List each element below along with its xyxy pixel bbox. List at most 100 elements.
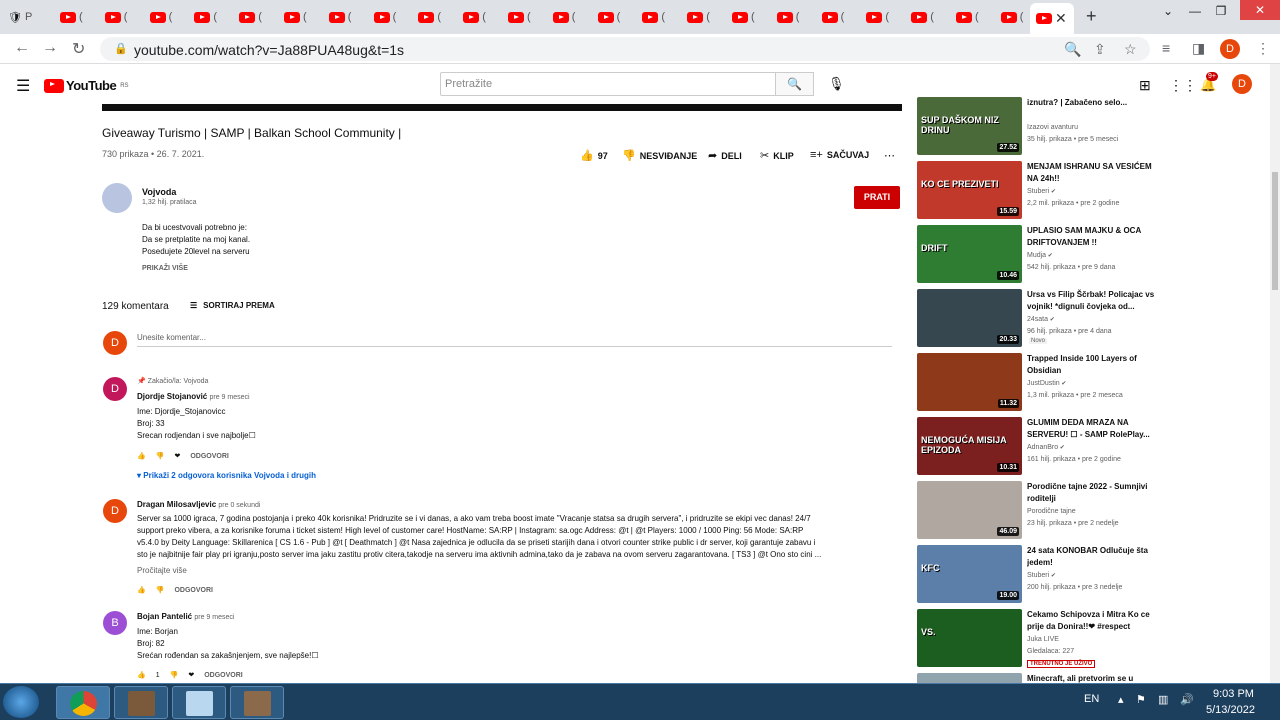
suggested-video[interactable]: KFC 19.00 24 sata KONOBAR Odlučuje šta jed… <box>917 545 1217 603</box>
suggested-channel[interactable]: 24sata ✔ <box>1027 316 1055 323</box>
side-panel-icon[interactable]: ◨ <box>1192 40 1205 57</box>
suggested-channel[interactable]: Porodične tajne <box>1027 508 1076 515</box>
restore-button[interactable]: ❐ <box>1208 4 1234 18</box>
suggested-video-title[interactable]: MENJAM ISHRANU SA VESIĆEM NA 24h!! <box>1027 161 1157 185</box>
browser-tab[interactable]: ( <box>99 5 127 29</box>
comment-author[interactable]: Dragan Milosavljevic pre 0 sekundi <box>137 500 260 509</box>
app-task-button[interactable] <box>114 686 168 719</box>
suggested-channel[interactable]: JustDustin ✔ <box>1027 380 1066 387</box>
notepad-task-button[interactable] <box>172 686 226 719</box>
browser-tab[interactable]: ( <box>188 5 217 29</box>
chrome-task-button[interactable] <box>56 686 110 719</box>
forward-icon[interactable]: → <box>42 39 58 57</box>
browser-tab[interactable]: ( <box>771 5 799 29</box>
show-more-button[interactable]: PRIKAŽI VIŠE <box>142 265 188 272</box>
notifications-button[interactable]: 🔔 9+ <box>1200 72 1218 94</box>
suggested-channel[interactable]: AdnanBro ✔ <box>1027 444 1065 451</box>
reading-list-icon[interactable]: ≡ <box>1162 40 1170 56</box>
volume-icon[interactable]: 🔊 <box>1180 693 1194 706</box>
suggested-video-title[interactable]: 24 sata KONOBAR Odlučuje šta jedem! <box>1027 545 1157 569</box>
suggested-video-title[interactable]: GLUMIM DEDA MRAZA NA SERVERU! ☐ - SAMP R… <box>1027 417 1157 441</box>
hamburger-menu-icon[interactable]: ☰ <box>16 76 30 96</box>
video-thumbnail[interactable]: KO CE PREZIVETI 15.59 <box>917 161 1022 219</box>
browser-tab[interactable]: ( <box>905 5 934 29</box>
close-tab-icon[interactable]: ✕ <box>1055 10 1067 27</box>
video-thumbnail[interactable]: VS. <box>917 609 1022 667</box>
subscribe-button[interactable]: PRATI <box>854 186 900 209</box>
video-player[interactable] <box>102 104 902 111</box>
window-close-button[interactable]: ✕ <box>1240 0 1280 20</box>
suggested-video-title[interactable]: Cekamo Schipovza i Mitra Ko ce prije da … <box>1027 609 1157 633</box>
reply-button[interactable]: ODGOVORI <box>204 672 243 679</box>
browser-tab[interactable]: ( <box>950 5 979 29</box>
save-button[interactable]: ≡+ SAČUVAJ <box>810 149 869 161</box>
microphone-icon[interactable]: 🎙 <box>828 76 845 92</box>
share-icon[interactable]: ⇪ <box>1094 41 1106 58</box>
browser-tab[interactable]: ( <box>54 5 83 29</box>
scrollbar-thumb[interactable] <box>1272 172 1278 290</box>
suggested-video[interactable]: KO CE PREZIVETI 15.59 MENJAM ISHRANU SA VE… <box>917 161 1217 219</box>
add-comment-input[interactable]: Unesite komentar... <box>137 333 892 347</box>
browser-tab[interactable]: ( <box>681 5 710 29</box>
minimize-button[interactable]: — <box>1182 4 1208 18</box>
youtube-profile-avatar[interactable]: D <box>1232 74 1252 94</box>
clip-button[interactable]: ✂ KLIP <box>760 149 794 162</box>
comment-author[interactable]: Bojan Pantelić pre 9 meseci <box>137 612 234 621</box>
suggested-video-title[interactable]: Ursa vs Filip Ščrbak! Policajac vs vojni… <box>1027 289 1157 313</box>
video-thumbnail[interactable]: SUP DAŠKOM NIZ DRINU 27.52 <box>917 97 1022 155</box>
browser-tab[interactable]: ( <box>457 5 486 29</box>
reload-icon[interactable]: ↻ <box>72 39 85 59</box>
browser-tab[interactable]: ( <box>726 5 755 29</box>
back-icon[interactable]: ← <box>14 39 30 57</box>
browser-tab[interactable]: 🛡 P <box>2 5 42 29</box>
comment-avatar[interactable]: D <box>103 377 127 401</box>
suggested-video[interactable]: 11.32 Trapped Inside 100 Layers of Obsidi… <box>917 353 1217 411</box>
reply-button[interactable]: ODGOVORI <box>174 587 213 594</box>
app-task-button[interactable] <box>230 686 284 719</box>
suggested-channel[interactable]: Stuberi ✔ <box>1027 572 1056 579</box>
suggested-video[interactable]: VS. Cekamo Schipovza i Mitra Ko ce prije … <box>917 609 1217 668</box>
start-button[interactable] <box>3 686 39 718</box>
url-text[interactable]: youtube.com/watch?v=Ja88PUA48ug&t=1s <box>134 42 404 58</box>
thumbs-up-icon[interactable]: 👍 <box>137 452 146 460</box>
search-input[interactable]: Pretražite <box>440 72 776 96</box>
suggested-channel[interactable]: Stuberi ✔ <box>1027 188 1056 195</box>
browser-tab[interactable]: ( <box>502 5 531 29</box>
share-button[interactable]: ➦ DELI <box>708 149 742 162</box>
suggested-video[interactable]: 20.33 Ursa vs Filip Ščrbak! Policajac vs … <box>917 289 1217 347</box>
browser-tab[interactable]: ( <box>368 5 396 29</box>
view-replies-link[interactable]: ▾ Prikaži 2 odgovora korisnika Vojvoda i… <box>137 471 316 480</box>
apps-grid-icon[interactable]: ⋮⋮ <box>1169 77 1197 94</box>
video-thumbnail[interactable]: 46.09 <box>917 481 1022 539</box>
video-thumbnail[interactable]: DRIFT 10.46 <box>917 225 1022 283</box>
youtube-logo[interactable]: YouTube RS <box>44 78 129 93</box>
clock-date[interactable]: 5/13/2022 <box>1206 704 1255 716</box>
new-tab-button[interactable]: + <box>1086 6 1097 27</box>
suggested-video[interactable]: DRIFT 10.46 UPLASIO SAM MAJKU & OCA DRIFTO… <box>917 225 1217 283</box>
browser-tab-active[interactable]: ✕ <box>1030 3 1074 34</box>
sort-comments-button[interactable]: ☰ SORTIRAJ PREMA <box>190 301 275 310</box>
suggested-video-title[interactable]: UPLASIO SAM MAJKU & OCA DRIFTOVANJEM !! <box>1027 225 1157 249</box>
like-button[interactable]: 👍 97 <box>580 149 608 162</box>
thumbs-up-icon[interactable]: 👍 <box>137 586 146 594</box>
browser-tab[interactable]: ( <box>636 5 665 29</box>
page-scrollbar[interactable] <box>1270 64 1280 684</box>
bookmark-star-icon[interactable]: ☆ <box>1124 41 1137 58</box>
suggested-video[interactable]: 46.09 Porodične tajne 2022 - Sumnjivi rod… <box>917 481 1217 539</box>
clock-time[interactable]: 9:03 PM <box>1213 688 1254 700</box>
zoom-icon[interactable]: 🔍 <box>1064 41 1081 58</box>
read-more-link[interactable]: Pročitajte više <box>137 566 187 575</box>
browser-profile-avatar[interactable]: D <box>1220 39 1240 59</box>
browser-tab[interactable]: ( <box>860 5 889 29</box>
video-thumbnail[interactable]: KFC 19.00 <box>917 545 1022 603</box>
search-button[interactable]: 🔍 <box>775 72 814 96</box>
address-bar[interactable]: 🔒 youtube.com/watch?v=Ja88PUA48ug&t=1s 🔍… <box>100 37 1150 61</box>
suggested-video[interactable]: NEMOGUĆA MISIJA EPIZODA 10.31 GLUMIM DEDA … <box>917 417 1217 475</box>
browser-tab[interactable]: ( <box>323 5 351 29</box>
suggested-channel[interactable]: Izazovi avanturu <box>1027 124 1078 131</box>
suggested-video[interactable]: SUP DAŠKOM NIZ DRINU 27.52 iznutra? | Zaba… <box>917 97 1217 155</box>
thumbs-down-icon[interactable]: 👎 <box>156 586 165 594</box>
suggested-video-title[interactable]: Porodične tajne 2022 - Sumnjivi roditelj… <box>1027 481 1157 505</box>
language-indicator[interactable]: EN <box>1084 693 1099 705</box>
suggested-video-title[interactable]: Trapped Inside 100 Layers of Obsidian <box>1027 353 1157 377</box>
